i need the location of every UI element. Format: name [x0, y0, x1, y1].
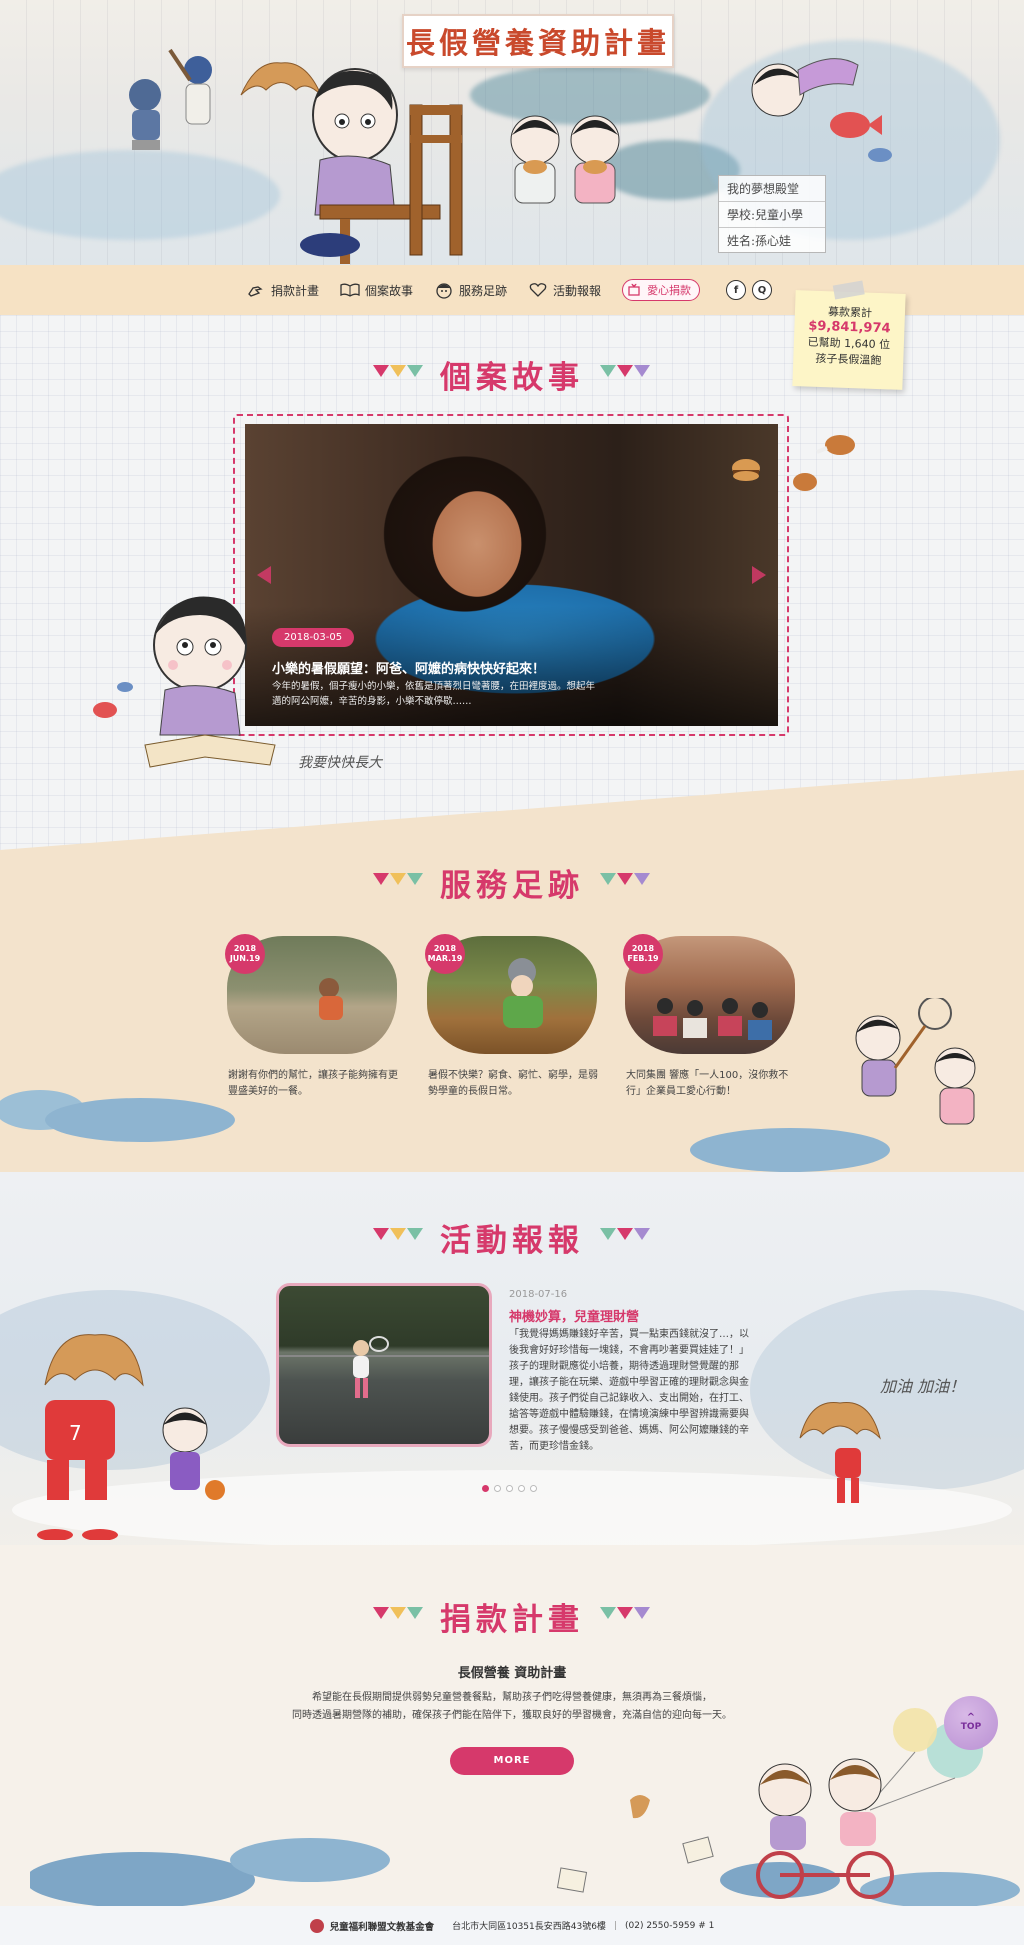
nav-item-label: 個案故事 — [365, 283, 414, 298]
section-title: 個案故事 — [440, 360, 584, 396]
bunting-icon — [373, 872, 424, 893]
food-items-illustration — [556, 1795, 714, 1893]
baseball-kids-illustration — [129, 48, 212, 150]
badge-date: MAR.19 — [427, 954, 463, 963]
badge-year: 2018 — [233, 944, 257, 953]
hero-note-line: 姓名:孫心娃 — [727, 234, 792, 248]
nav-item-label: 捐款計畫 — [271, 283, 320, 298]
nav-item-service[interactable]: 服務足跡 — [434, 280, 507, 300]
footer-org-name: 兒童福利聯盟文教基金會 — [329, 1921, 435, 1933]
service-card-text[interactable]: 暑假不快樂？窮食、窮忙、窮學，是弱勢學童的長假日常。 — [428, 1068, 598, 1100]
chevron-up-icon: ^ — [966, 1712, 976, 1723]
kids-with-net-illustration — [855, 998, 976, 1125]
carousel-dot[interactable] — [494, 1485, 501, 1492]
carousel-dot[interactable] — [530, 1485, 537, 1492]
heart-icon — [528, 280, 548, 300]
trees-illustration — [0, 1090, 235, 1142]
news-photo[interactable] — [276, 1283, 492, 1447]
page: 長假營養資助計畫 我的夢想殿堂 學校:兒童小學 姓名:孫心娃 捐款計畫 個案故事 — [0, 0, 1024, 1945]
footer-address: 台北市大同區10351長安西路43號6樓 — [452, 1922, 606, 1932]
cheer-text: 加油 加油！ — [880, 1377, 966, 1396]
gift-icon — [627, 282, 643, 298]
boy-reading-illustration — [93, 596, 276, 768]
nav-item-label: 活動報報 — [553, 283, 602, 298]
back-to-top-button[interactable]: ^ TOP — [944, 1696, 998, 1750]
donate-button[interactable]: 愛心捐款 — [622, 279, 701, 301]
nav-item-label: 服務足跡 — [459, 283, 508, 298]
service-card-text[interactable]: 大同集團 響應「一人100，沒你救不行」企業員工愛心行動！ — [626, 1068, 796, 1100]
carousel-dot[interactable] — [506, 1485, 513, 1492]
chicken-leg-icon — [793, 435, 855, 491]
face-icon — [434, 280, 454, 300]
boy-at-desk-illustration — [300, 68, 463, 264]
tennis-child-placeholder — [279, 1336, 489, 1398]
bunting-icon — [373, 364, 424, 385]
next-arrow-icon[interactable] — [752, 566, 766, 584]
nav-item-stories[interactable]: 個案故事 — [340, 280, 413, 300]
hero-title-box: 長假營養資助計畫 — [402, 14, 674, 68]
carousel-dot[interactable] — [518, 1485, 525, 1492]
svg-text:7: 7 — [69, 1421, 82, 1445]
news-section-heading: 活動報報 — [0, 1215, 1024, 1260]
eating-kids-illustration — [510, 115, 620, 204]
top-label: TOP — [960, 1722, 982, 1732]
story-headline[interactable]: 小樂的暑假願望：阿爸、阿嬤的病快快好起來！ — [272, 658, 752, 677]
bunting-icon — [600, 1606, 651, 1627]
news-body: 「我覺得媽媽賺錢好辛苦，買一點東西錢就沒了…，以後我會好好珍惜每一塊錢，不會再吵… — [509, 1329, 749, 1452]
nav-item-news[interactable]: 活動報報 — [528, 280, 601, 300]
section-title: 捐款計畫 — [440, 1602, 584, 1638]
fish-illustration — [830, 112, 892, 162]
hero-name-card: 我的夢想殿堂 學校:兒童小學 姓名:孫心娃 — [718, 175, 826, 253]
search-icon[interactable]: Q — [752, 280, 773, 300]
hero-note-line: 我的夢想殿堂 — [719, 176, 825, 202]
service-card-text[interactable]: 謝謝有你們的幫忙，讓孩子能夠擁有更豐盛美好的一餐。 — [228, 1068, 398, 1100]
basketball-croissant-illustration: 7 — [37, 1334, 225, 1540]
carousel-dot[interactable] — [482, 1485, 489, 1492]
badge-date: FEB.19 — [627, 954, 659, 963]
hand-icon — [246, 280, 266, 300]
badge-date: JUN.19 — [229, 954, 261, 963]
bunting-icon — [600, 1227, 651, 1248]
service-date-badge: 2018 JUN.19 — [225, 934, 265, 974]
nav-item-donation-plan[interactable]: 捐款計畫 — [246, 280, 319, 300]
croissant-runner-illustration — [799, 1401, 881, 1503]
story-section-heading: 個案故事 — [0, 352, 1024, 397]
section-title: 服務足跡 — [440, 868, 584, 904]
book-icon — [340, 280, 360, 300]
footer-phone: (02) 2550-5959 # 1 — [624, 1920, 715, 1931]
hero-title: 長假營養資助計畫 — [405, 26, 670, 60]
hero-note-line: 學校:兒童小學 — [719, 202, 825, 228]
donation-subtitle: 長假營養 資助計畫 — [457, 1666, 567, 1681]
badge-year: 2018 — [631, 944, 655, 953]
bunting-icon — [373, 1227, 424, 1248]
section-title: 活動報報 — [440, 1223, 584, 1259]
donation-section-heading: 捐款計畫 — [0, 1594, 1024, 1639]
handwritten-caption: 我要快快長大 — [298, 755, 382, 771]
service-date-badge: 2018 FEB.19 — [623, 934, 663, 974]
org-logo-icon — [309, 1918, 324, 1933]
donate-label: 愛心捐款 — [647, 284, 692, 297]
bunting-icon — [600, 364, 651, 385]
bunting-icon — [600, 872, 651, 893]
footer-separator: | — [613, 1920, 617, 1931]
carousel-dots — [482, 1485, 542, 1492]
service-date-badge: 2018 MAR.19 — [425, 934, 465, 974]
facebook-icon[interactable]: f — [726, 280, 747, 300]
badge-year: 2018 — [433, 944, 457, 953]
news-headline[interactable]: 神機妙算，兒童理財營 — [509, 1306, 639, 1325]
hero-banner: 長假營養資助計畫 我的夢想殿堂 學校:兒童小學 姓名:孫心娃 — [0, 0, 1024, 265]
news-date: 2018-07-16 — [509, 1289, 568, 1300]
story-excerpt: 今年的暑假，個子瘦小的小樂，依舊是頂著烈日彎著腰，在田裡度過。想起年邁的阿公阿嬤… — [272, 681, 596, 707]
footer: 兒童福利聯盟文教基金會 台北市大同區10351長安西路43號6樓 | (02) … — [0, 1906, 1024, 1945]
more-button[interactable]: MORE — [450, 1747, 574, 1775]
service-section-heading: 服務足跡 — [0, 860, 1024, 905]
bunting-icon — [373, 1606, 424, 1627]
nav-items: 捐款計畫 個案故事 服務足跡 活動報報 愛心捐款 f Q — [246, 278, 778, 302]
trees-illustration — [30, 1838, 390, 1908]
